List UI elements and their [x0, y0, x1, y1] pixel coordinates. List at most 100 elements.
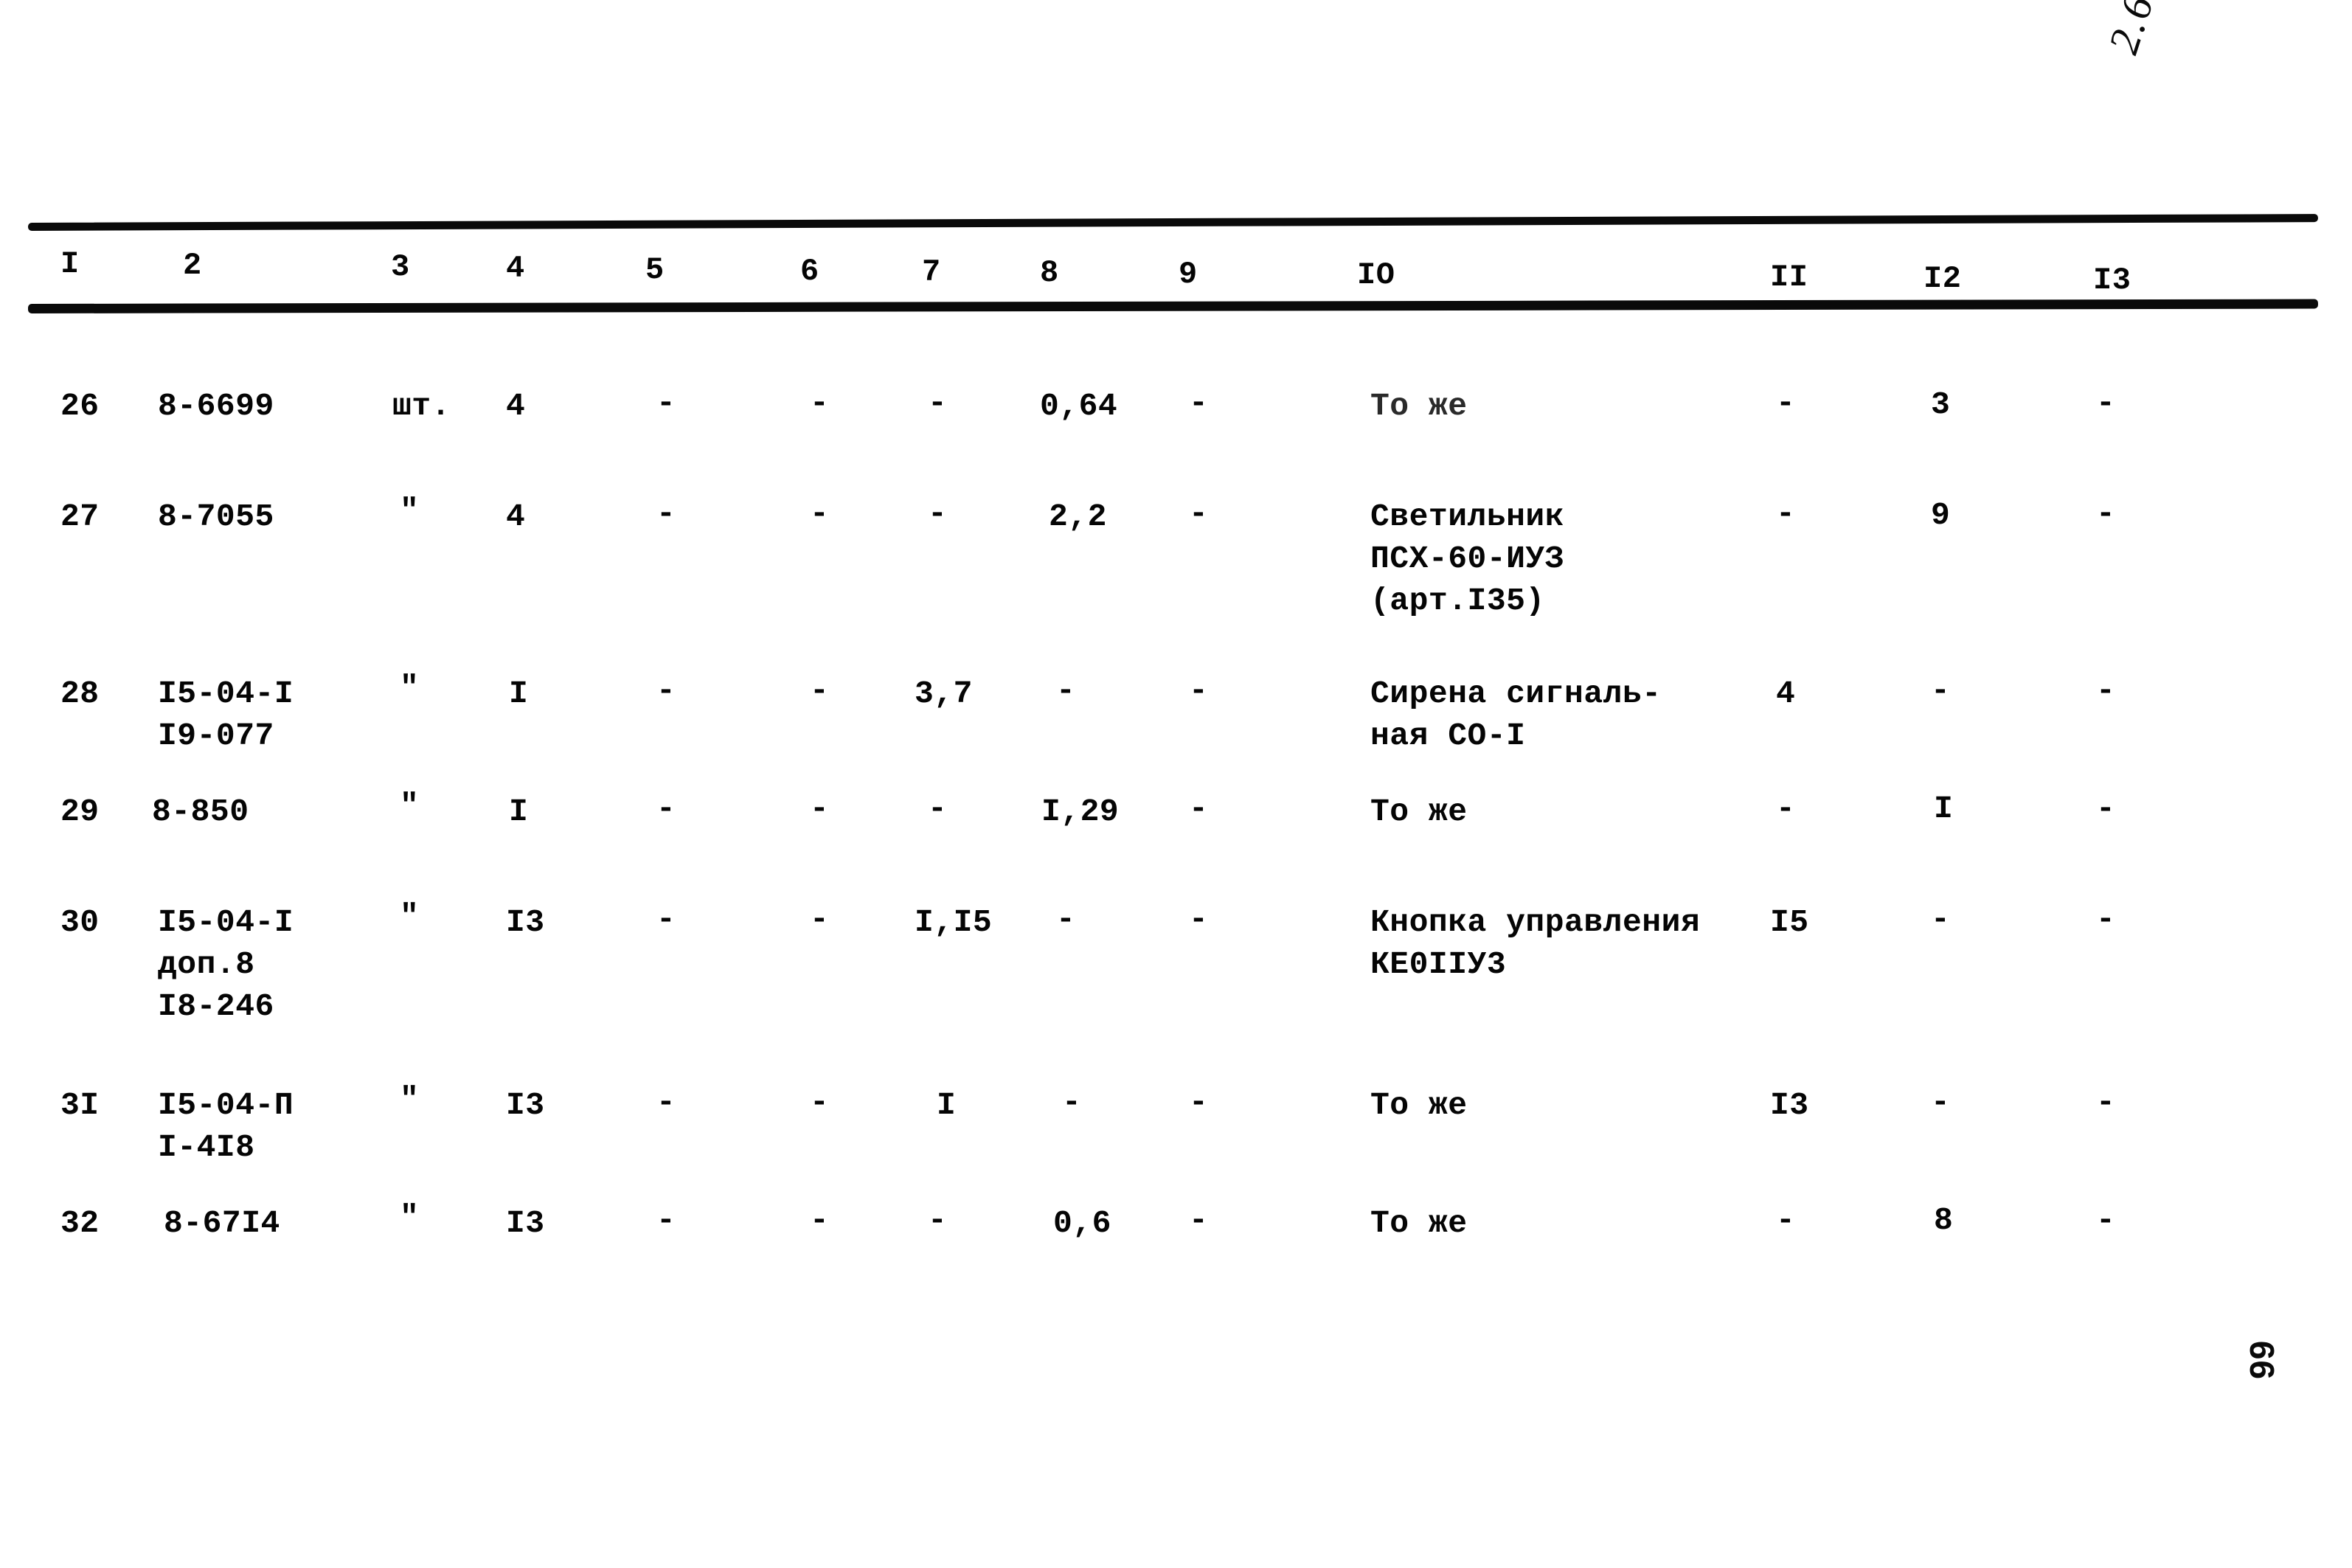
column-header-12: I2 [1923, 261, 1962, 296]
table-row: 0,64 [1040, 388, 1118, 424]
table-row: " [400, 493, 420, 529]
table-row: - [656, 791, 676, 827]
table-row: - [1056, 673, 1076, 709]
table-row: 0,6 [1053, 1205, 1111, 1241]
table-row: 3,7 [915, 676, 973, 712]
table-row: I3 [506, 904, 545, 940]
table-row: 8-6699 [158, 388, 274, 424]
table-row: - [656, 1202, 676, 1238]
column-header-13: I3 [2093, 263, 2131, 298]
column-header-3: 3 [391, 249, 410, 285]
table-row: " [400, 670, 420, 706]
table-row: 27 [60, 499, 100, 535]
table-row: - [928, 385, 948, 421]
table-row: - [2096, 901, 2116, 937]
table-row: шт. [392, 388, 451, 424]
table-row: I [509, 676, 529, 712]
table-row: То же [1370, 794, 1468, 830]
table-row: - [656, 673, 676, 709]
table-row: " [400, 898, 420, 934]
table-row: I3 [506, 1087, 545, 1123]
table-row: - [810, 385, 830, 421]
page-number: 99 [2243, 1339, 2281, 1379]
column-header-1: I [60, 246, 80, 282]
table-row: - [1931, 1084, 1951, 1120]
table-row: 4 [1776, 676, 1796, 712]
table-row: - [2096, 385, 2116, 421]
table-row: I5-04-I доп.8 I8-246 [158, 904, 294, 1024]
table-row: - [2096, 673, 2116, 709]
table-row: I,I5 [915, 904, 993, 940]
table-row: - [810, 1084, 830, 1120]
table-row: I [1934, 791, 1954, 827]
table-row: - [1062, 1084, 1082, 1120]
table-row: - [656, 901, 676, 937]
table-row: 4 [506, 388, 526, 424]
table-row: I3 [506, 1205, 545, 1241]
table-row: - [1776, 385, 1796, 421]
table-row: 8-850 [152, 794, 249, 830]
table-row: " [400, 788, 420, 824]
table-header-rule [27, 299, 2319, 313]
table-row: - [810, 901, 830, 937]
table-row: 32 [60, 1205, 100, 1241]
table-row: 2,2 [1049, 499, 1107, 535]
table-top-rule [27, 214, 2318, 231]
table-row: - [656, 1084, 676, 1120]
table-row: - [928, 496, 948, 532]
table-row: 8-67I4 [164, 1205, 280, 1241]
table-row: - [810, 496, 830, 532]
table-row: " [400, 1199, 420, 1235]
table-row: - [1776, 1202, 1796, 1238]
column-header-2: 2 [183, 248, 202, 283]
column-header-5: 5 [645, 252, 665, 288]
margin-document-code: 2.64-12-2.20 [2098, 0, 2273, 60]
table-row: - [1776, 791, 1796, 827]
table-row: 3I [60, 1087, 100, 1123]
column-header-9: 9 [1179, 257, 1198, 292]
table-row: - [1776, 496, 1796, 532]
table-row: - [2096, 1202, 2116, 1238]
table-row: - [2096, 791, 2116, 827]
table-row: 3 [1931, 386, 1951, 423]
table-row: Сирена сигналь- ная СО-I [1370, 676, 1662, 754]
table-row: - [656, 496, 676, 532]
table-row: Светильник ПСХ-60-ИУЗ (арт.I35) [1370, 499, 1565, 619]
table-row: - [1931, 673, 1951, 709]
table-row: - [1189, 1202, 1209, 1238]
column-header-8: 8 [1040, 255, 1059, 291]
table-row: 26 [60, 388, 100, 424]
table-row: - [1189, 385, 1209, 421]
table-row: - [1931, 901, 1951, 937]
table-row: - [1056, 901, 1076, 937]
table-row: - [928, 1202, 948, 1238]
table-row: 28 [60, 676, 100, 712]
table-row: 8-7055 [158, 499, 274, 535]
table-row: - [1189, 901, 1209, 937]
table-row: 9 [1931, 497, 1951, 533]
table-row: - [1189, 496, 1209, 532]
table-row: То же [1370, 388, 1468, 424]
table-row: " [400, 1081, 420, 1117]
table-row: I [509, 794, 529, 830]
table-row: - [656, 385, 676, 421]
column-header-6: 6 [800, 254, 819, 289]
column-header-11: II [1770, 260, 1808, 295]
column-header-7: 7 [922, 254, 941, 290]
table-row: - [1189, 673, 1209, 709]
table-row: Кнопка управления КЕ0IIУ3 [1370, 904, 1701, 982]
table-row: - [1189, 1084, 1209, 1120]
table-row: - [810, 1202, 830, 1238]
table-row: То же [1370, 1205, 1468, 1241]
table-row: I [937, 1087, 957, 1123]
table-row: 4 [506, 499, 526, 535]
table-row: 8 [1934, 1202, 1954, 1238]
table-row: 29 [60, 794, 100, 830]
table-row: - [1189, 791, 1209, 827]
column-header-4: 4 [506, 251, 525, 286]
table-row: То же [1370, 1087, 1468, 1123]
table-row: - [2096, 1084, 2116, 1120]
table-row: I5 [1770, 904, 1809, 940]
table-row: 30 [60, 904, 100, 940]
table-row: - [810, 791, 830, 827]
